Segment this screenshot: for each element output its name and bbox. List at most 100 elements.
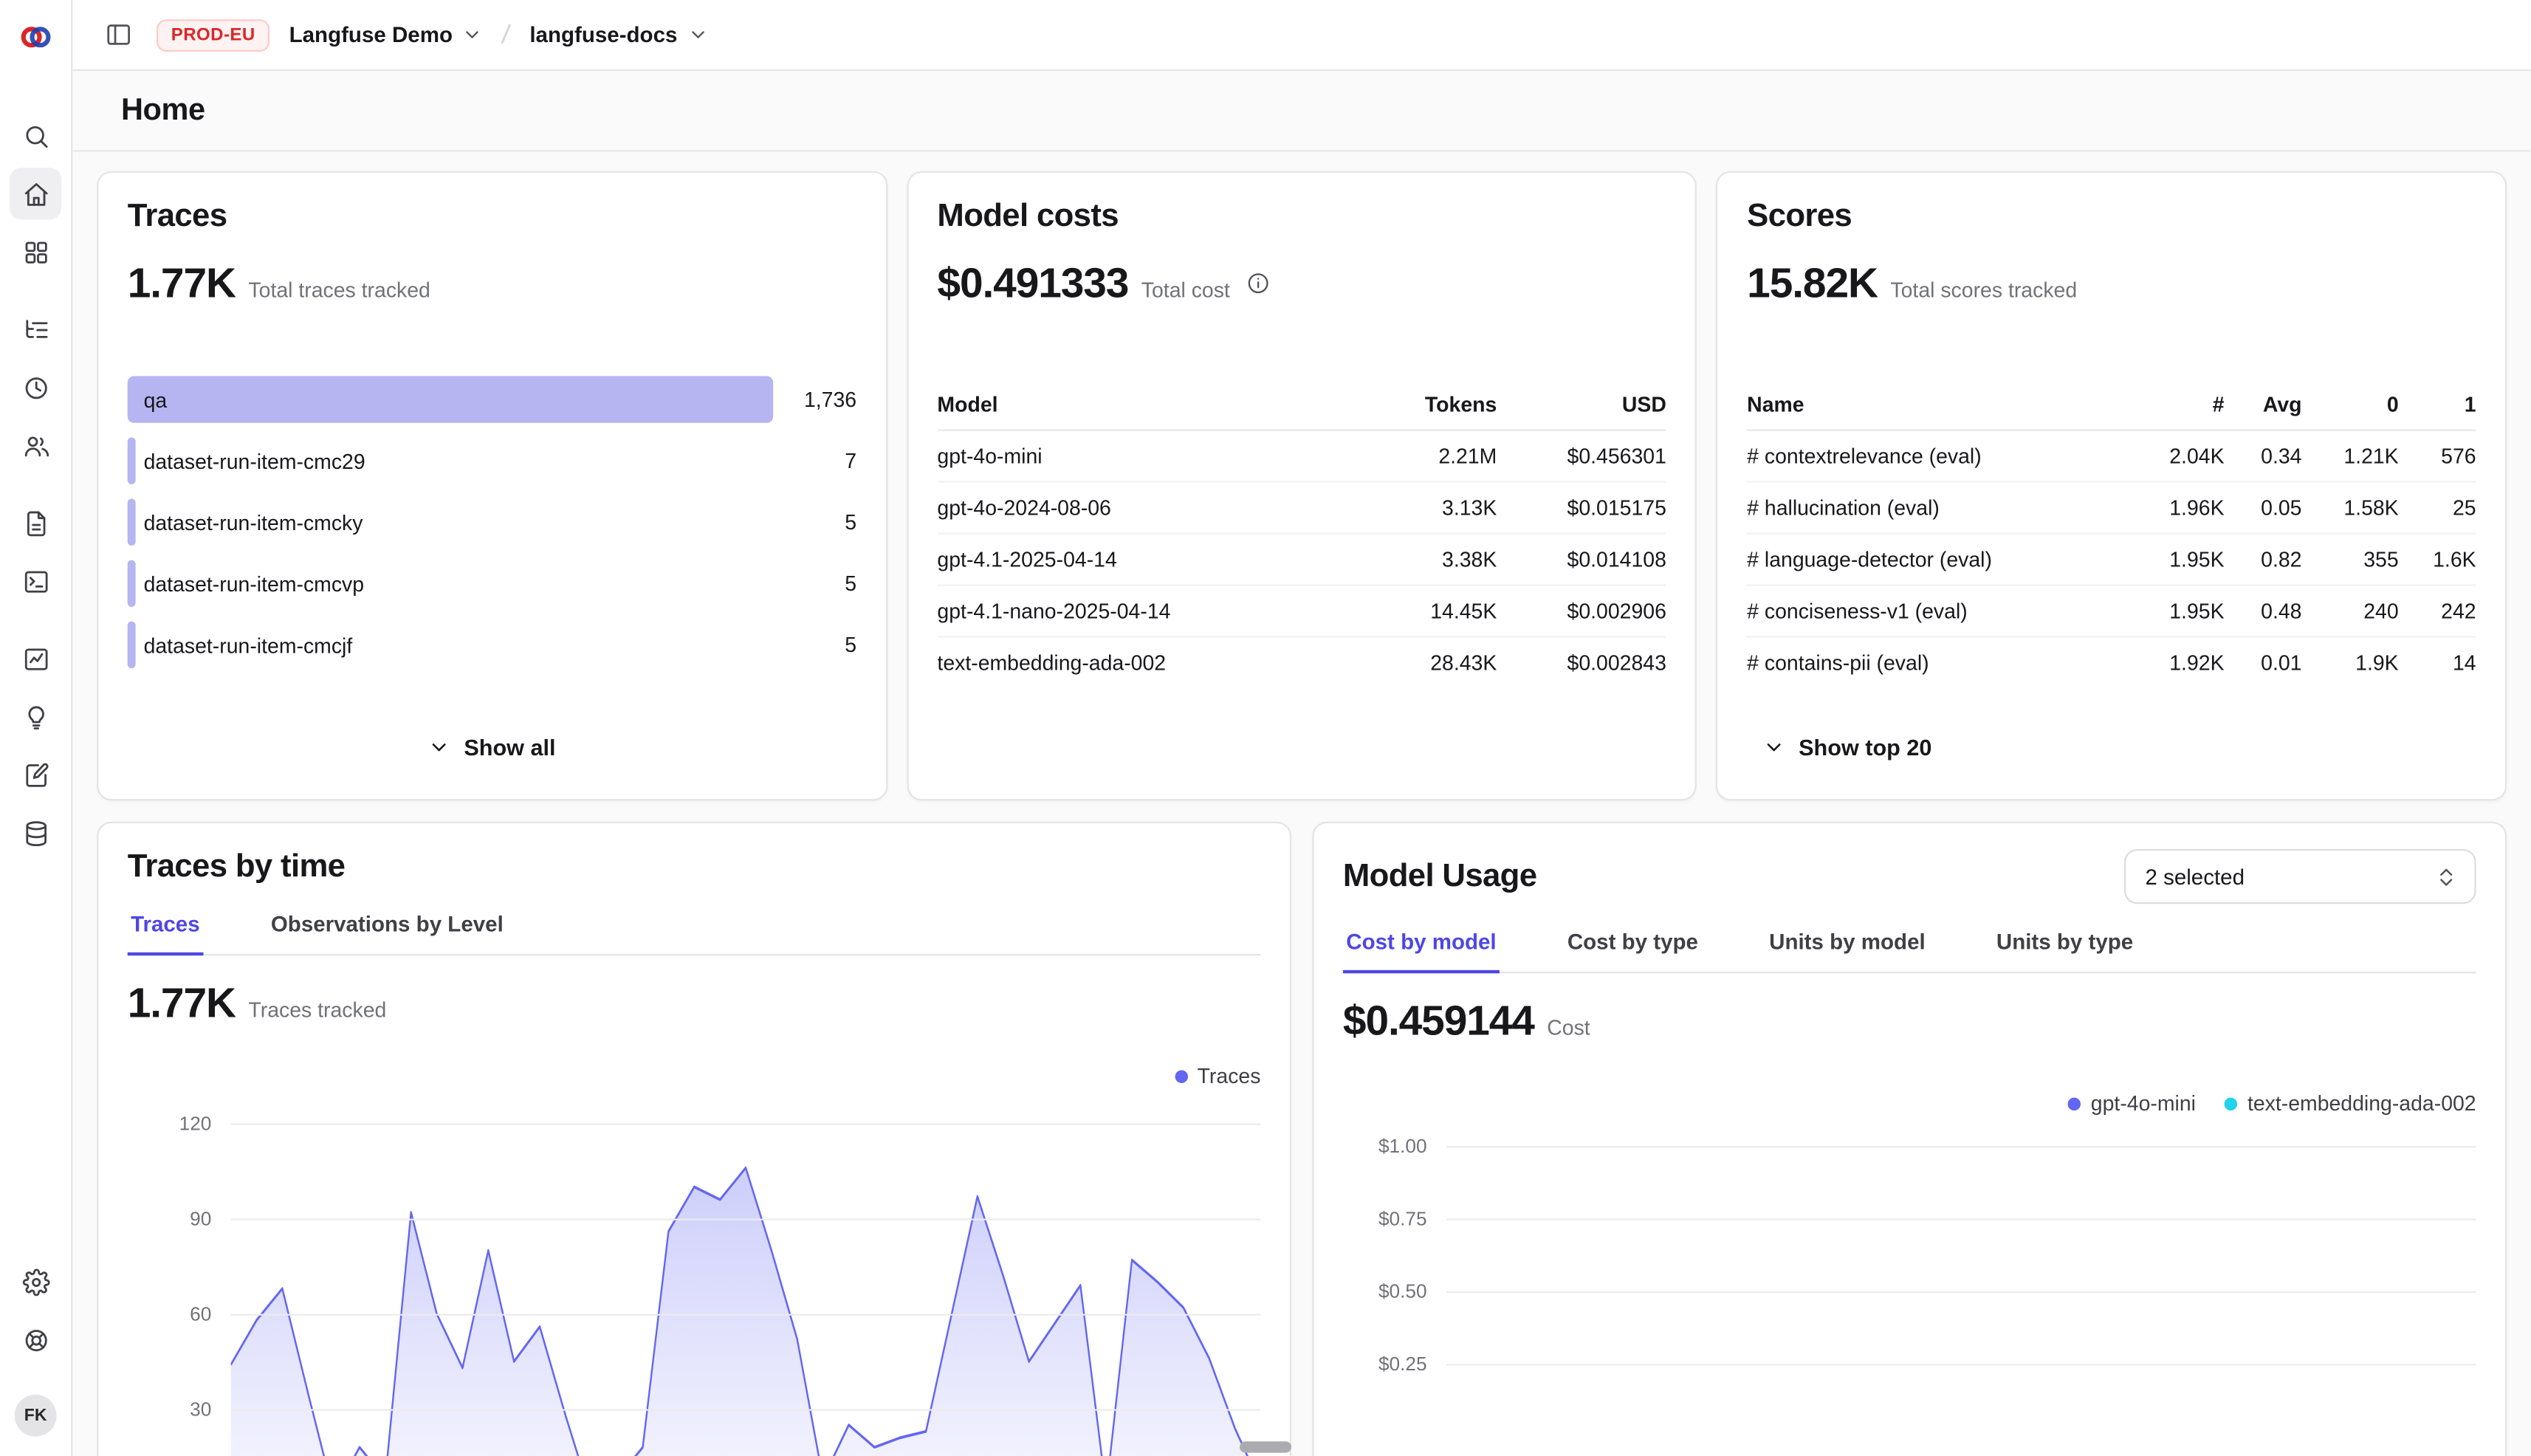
page-header: Home bbox=[72, 71, 2531, 151]
model-usage-tab-cost-by-model[interactable]: Cost by model bbox=[1343, 930, 1500, 973]
gridline bbox=[1446, 1364, 2476, 1365]
table-row: gpt-4.1-2025-04-143.38K$0.014108 bbox=[937, 535, 1666, 586]
sidebar-item-prompts[interactable] bbox=[10, 497, 61, 549]
table-row: # conciseness-v1 (eval)1.95K0.48240242 bbox=[1747, 586, 2476, 638]
bar-fill bbox=[128, 376, 773, 422]
sidebar-item-search[interactable] bbox=[10, 110, 61, 162]
show-all-button[interactable]: Show all bbox=[412, 721, 571, 773]
chevron-down-icon bbox=[462, 24, 483, 45]
table-cell: $0.002906 bbox=[1497, 599, 1666, 623]
legend-label: text-embedding-ada-002 bbox=[2247, 1091, 2476, 1116]
traces-tracked-metric: 1.77K bbox=[128, 978, 236, 1029]
horizontal-scrollbar-thumb[interactable] bbox=[1240, 1441, 1291, 1452]
column-header: # bbox=[2131, 392, 2225, 416]
bar-label: dataset-run-item-cmcky bbox=[144, 510, 363, 535]
sidebar-item-playground[interactable] bbox=[10, 555, 61, 607]
sidebar-item-datasets[interactable] bbox=[10, 807, 61, 859]
legend-item-traces[interactable]: Traces bbox=[1175, 1064, 1260, 1088]
home-icon bbox=[22, 180, 49, 207]
terminal-icon bbox=[22, 567, 49, 594]
sidebar-item-users[interactable] bbox=[10, 419, 61, 471]
y-tick-label: $0.25 bbox=[1343, 1351, 1427, 1377]
table-cell: 576 bbox=[2399, 444, 2476, 468]
chart-plot-area bbox=[231, 1104, 1261, 1456]
trace-bar-row[interactable]: dataset-run-item-cmc29 7 bbox=[128, 437, 856, 484]
sidebar-item-sessions[interactable] bbox=[10, 362, 61, 413]
table-cell: $0.456301 bbox=[1497, 444, 1666, 468]
card-title: Model costs bbox=[937, 199, 1666, 236]
bar-zone: dataset-run-item-cmcky bbox=[128, 499, 773, 546]
users-icon bbox=[22, 432, 49, 459]
table-cell: 1.6K bbox=[2399, 547, 2476, 571]
model-costs-table: ModelTokensUSDgpt-4o-mini2.21M$0.456301g… bbox=[937, 380, 1666, 688]
info-icon[interactable] bbox=[1246, 271, 1271, 295]
sidebar-item-evaluation[interactable] bbox=[10, 633, 61, 684]
trace-bar-row[interactable]: qa1,736 bbox=[128, 376, 856, 422]
table-header-row: Name#Avg01 bbox=[1747, 380, 2476, 431]
bar-fill bbox=[128, 622, 136, 668]
model-usage-tab-units-by-type[interactable]: Units by type bbox=[1993, 930, 2137, 973]
sidebar-item-annotation[interactable] bbox=[10, 749, 61, 800]
sidebar-item-settings[interactable] bbox=[10, 1256, 61, 1308]
usage-cost-label: Cost bbox=[1547, 1015, 1590, 1040]
langfuse-logo[interactable] bbox=[18, 19, 53, 55]
bar-zone: dataset-run-item-cmcvp bbox=[128, 560, 773, 607]
database-icon bbox=[22, 819, 49, 846]
table-row: gpt-4.1-nano-2025-04-1414.45K$0.002906 bbox=[937, 586, 1666, 638]
sidebar-item-home[interactable] bbox=[10, 168, 61, 219]
table-row: # contains-pii (eval)1.92K0.011.9K14 bbox=[1747, 638, 2476, 688]
traces-tracked-label: Traces tracked bbox=[248, 997, 386, 1022]
trace-bar-row[interactable]: dataset-run-item-cmcvp5 bbox=[128, 560, 856, 607]
traces-by-time-tab-observations-by-level[interactable]: Observations by Level bbox=[267, 912, 506, 955]
bar-zone: dataset-run-item-cmcjf bbox=[128, 622, 773, 668]
legend-item-gpt-4o-mini[interactable]: gpt-4o-mini bbox=[2068, 1091, 2196, 1116]
table-cell: 1.9K bbox=[2301, 650, 2398, 675]
sidebar: FK bbox=[0, 0, 72, 1456]
user-avatar[interactable]: FK bbox=[15, 1395, 57, 1437]
file-text-icon bbox=[22, 509, 49, 537]
table-row: text-embedding-ada-00228.43K$0.002843 bbox=[937, 638, 1666, 688]
table-cell: 14 bbox=[2399, 650, 2476, 675]
show-top-20-button[interactable]: Show top 20 bbox=[1747, 721, 1948, 773]
legend-item-text-embedding-ada-002[interactable]: text-embedding-ada-002 bbox=[2225, 1091, 2476, 1116]
sidebar-item-support[interactable] bbox=[10, 1314, 61, 1366]
y-tick-label: $0.75 bbox=[1343, 1206, 1427, 1232]
sidebar-item-tracing[interactable] bbox=[10, 303, 61, 355]
search-icon bbox=[22, 122, 49, 149]
bar-label: dataset-run-item-cmc29 bbox=[144, 449, 365, 473]
column-header: 1 bbox=[2399, 392, 2476, 416]
bar-label: dataset-run-item-cmcvp bbox=[144, 571, 365, 596]
model-usage-tab-cost-by-type[interactable]: Cost by type bbox=[1564, 930, 1701, 973]
table-row: gpt-4o-mini2.21M$0.456301 bbox=[937, 431, 1666, 483]
trace-bar-row[interactable]: dataset-run-item-cmcjf5 bbox=[128, 622, 856, 668]
model-usage-tab-units-by-model[interactable]: Units by model bbox=[1766, 930, 1929, 973]
table-cell: 1.95K bbox=[2131, 599, 2225, 623]
gridline bbox=[1446, 1146, 2476, 1147]
traces-by-time-tab-traces[interactable]: Traces bbox=[128, 912, 203, 955]
scores-card: Scores 15.82K Total scores tracked Name#… bbox=[1717, 171, 2507, 801]
table-cell: # contains-pii (eval) bbox=[1747, 650, 2131, 675]
traces-total-metric: 1.77K bbox=[128, 258, 236, 309]
bar-value: 1,736 bbox=[772, 388, 856, 412]
legend-label: gpt-4o-mini bbox=[2091, 1091, 2196, 1116]
trace-bar-row[interactable]: dataset-run-item-cmcky 5 bbox=[128, 499, 856, 546]
notebook-pen-icon bbox=[22, 761, 49, 789]
sidebar-item-llm-judge[interactable] bbox=[10, 691, 61, 743]
org-switcher[interactable]: Langfuse Demo bbox=[286, 16, 487, 53]
bar-value: 7 bbox=[772, 449, 856, 473]
bar-value: 5 bbox=[772, 510, 856, 535]
clock-icon bbox=[22, 374, 49, 401]
column-header: Model bbox=[937, 392, 1343, 416]
chevron-down-icon bbox=[1763, 736, 1786, 759]
column-header: Tokens bbox=[1344, 392, 1497, 416]
chevron-down-icon bbox=[428, 736, 451, 759]
sidebar-toggle-button[interactable] bbox=[95, 12, 140, 57]
project-switcher[interactable]: langfuse-docs bbox=[526, 16, 711, 53]
y-tick-label: 120 bbox=[128, 1110, 212, 1136]
model-select-dropdown[interactable]: 2 selected bbox=[2124, 849, 2476, 904]
table-row: gpt-4o-2024-08-063.13K$0.015175 bbox=[937, 483, 1666, 535]
y-tick-label: 90 bbox=[128, 1206, 212, 1232]
table-cell: 2.21M bbox=[1344, 444, 1497, 468]
table-cell: $0.002843 bbox=[1497, 650, 1666, 675]
sidebar-item-dashboards[interactable] bbox=[10, 226, 61, 278]
